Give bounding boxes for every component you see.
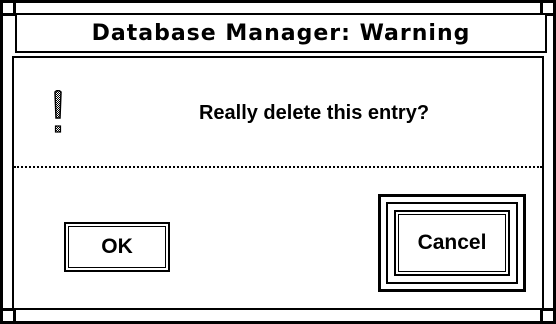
- cancel-button[interactable]: Cancel: [394, 210, 510, 276]
- warning-message: Really delete this entry?: [198, 101, 430, 124]
- window-title: Database Manager: Warning: [91, 20, 471, 46]
- title-bar[interactable]: Database Manager: Warning: [15, 13, 547, 53]
- resize-corner-bottom-right[interactable]: [543, 308, 553, 311]
- resize-corner-top-left[interactable]: [3, 13, 13, 16]
- ok-button[interactable]: OK: [64, 222, 170, 272]
- exclamation-icon: [54, 90, 62, 133]
- message-area: Really delete this entry?: [14, 58, 542, 168]
- dialog-body: Really delete this entry? OK Cancel: [12, 56, 544, 310]
